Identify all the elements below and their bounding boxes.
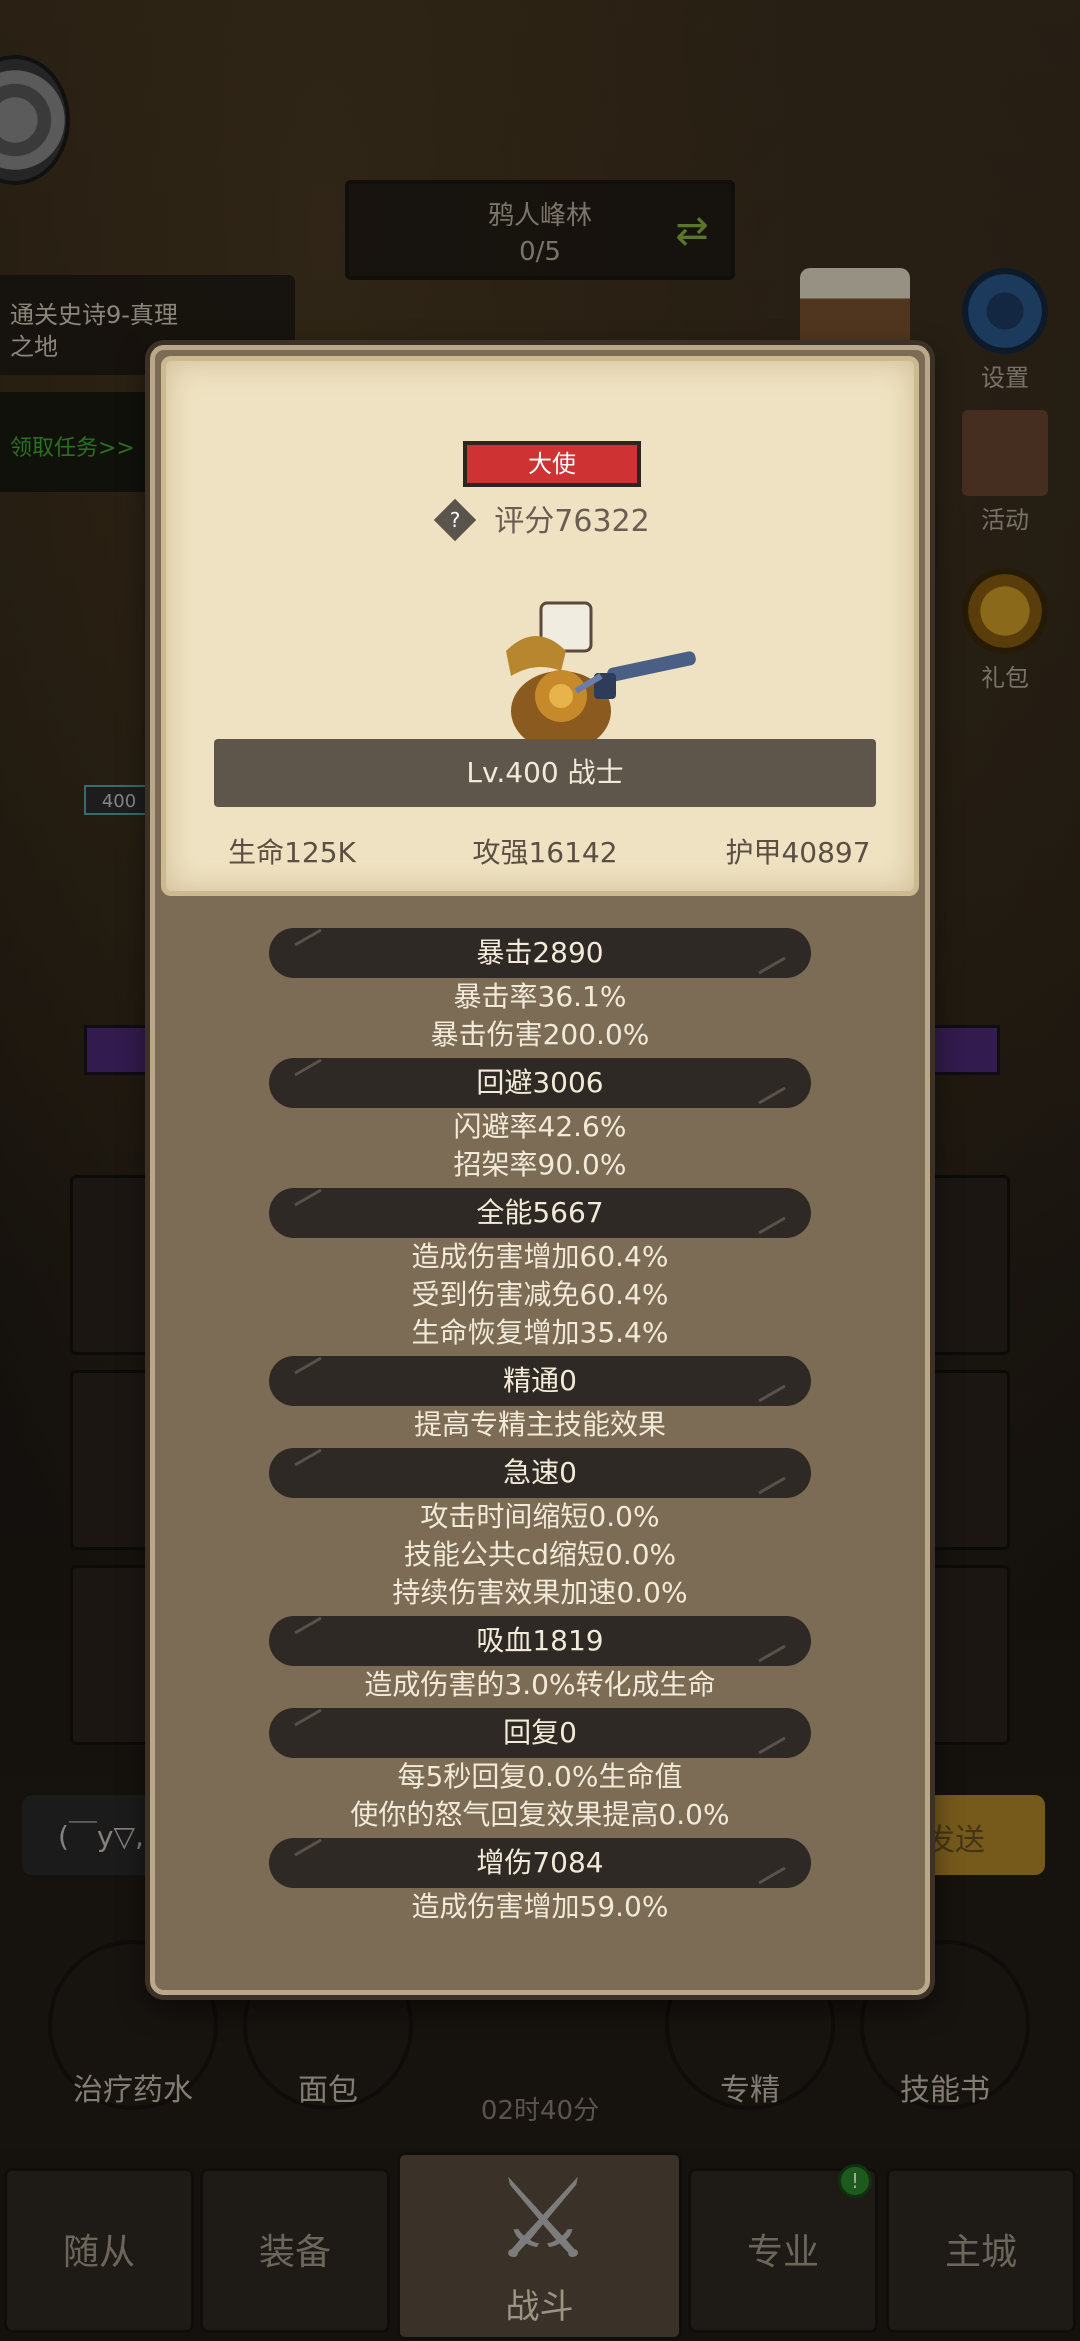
warrior-character-sprite <box>506 601 696 751</box>
score-text: 评分76322 <box>494 504 650 539</box>
attribute-detail: 暴击率36.1% <box>453 980 627 1013</box>
attribute-header: 吸血1819 <box>269 1616 811 1666</box>
attack-stat: 攻强16142 <box>472 836 618 869</box>
attribute-header: 暴击2890 <box>269 928 811 978</box>
attribute-detail: 暴击伤害200.0% <box>430 1018 650 1051</box>
attribute-header: 急速0 <box>269 1448 811 1498</box>
hero-detail-modal: 大使 ? 评分76322 Lv.400 战士 生命125K 攻强16142 护甲4… <box>150 345 930 1995</box>
attribute-detail: 闪避率42.6% <box>453 1110 627 1143</box>
attribute-detail: 受到伤害减免60.4% <box>411 1278 669 1311</box>
attribute-header: 回复0 <box>269 1708 811 1758</box>
attribute-detail: 招架率90.0% <box>453 1148 627 1181</box>
score-row: ? 评分76322 <box>166 498 924 543</box>
hp-stat: 生命125K <box>228 836 356 869</box>
attribute-list: 暴击2890 暴击率36.1% 暴击伤害200.0% 回避3006 闪避率42.6% 招架… <box>155 928 925 1926</box>
attribute-header: 精通0 <box>269 1356 811 1406</box>
attribute-detail: 技能公共cd缩短0.0% <box>403 1538 677 1571</box>
attribute-detail: 使你的怒气回复效果提高0.0% <box>350 1798 730 1831</box>
hero-card: 大使 ? 评分76322 Lv.400 战士 生命125K 攻强16142 护甲4… <box>161 356 919 896</box>
attribute-detail: 攻击时间缩短0.0% <box>420 1500 660 1533</box>
attribute-detail: 造成伤害增加60.4% <box>411 1240 669 1273</box>
level-class-bar: Lv.400 战士 <box>214 739 876 807</box>
attribute-header: 全能5667 <box>269 1188 811 1238</box>
attribute-detail: 造成伤害增加59.0% <box>411 1890 669 1923</box>
help-icon[interactable]: ? <box>434 498 477 541</box>
attribute-detail: 提高专精主技能效果 <box>413 1408 666 1441</box>
attribute-header: 增伤7084 <box>269 1838 811 1888</box>
rank-badge: 大使 <box>463 441 641 487</box>
attribute-detail: 生命恢复增加35.4% <box>411 1316 669 1349</box>
attribute-detail: 持续伤害效果加速0.0% <box>392 1576 688 1609</box>
armor-stat: 护甲40897 <box>725 836 871 869</box>
attribute-detail: 每5秒回复0.0%生命值 <box>397 1760 683 1793</box>
attribute-detail: 造成伤害的3.0%转化成生命 <box>364 1668 716 1701</box>
attribute-header: 回避3006 <box>269 1058 811 1108</box>
